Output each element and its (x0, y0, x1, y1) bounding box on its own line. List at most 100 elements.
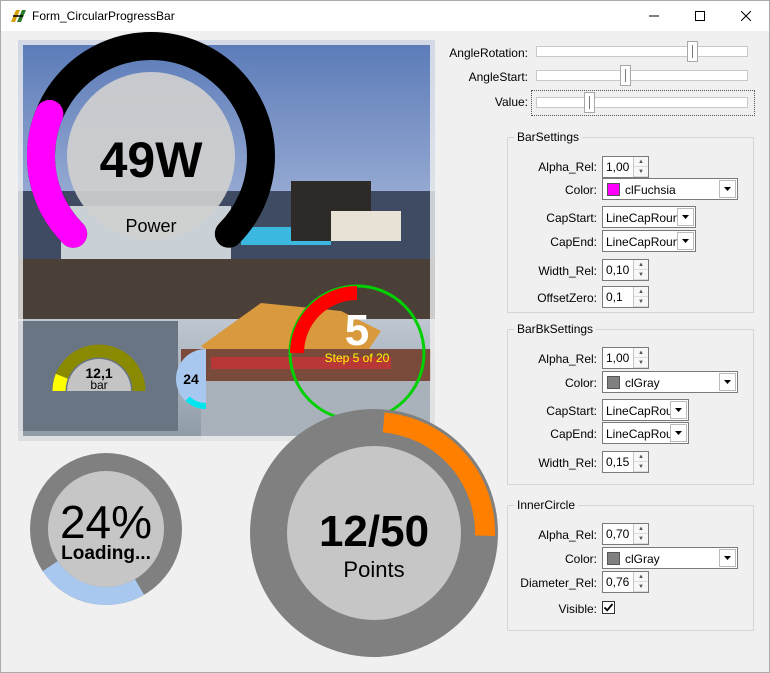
inner-visible-checkbox[interactable] (602, 601, 615, 614)
power-caption: Power (125, 216, 176, 236)
bar-alpha-value: 1,00 (606, 160, 630, 174)
maximize-icon (695, 11, 705, 21)
barbk-alpha-label: Alpha_Rel: (538, 352, 597, 366)
bar-capstart-dropdown-icon[interactable] (677, 208, 694, 226)
inner-color-label: Color: (564, 552, 597, 566)
barbk-alpha-spin[interactable]: 1,00 ▲ ▼ (602, 347, 649, 369)
barbk-width-label: Width_Rel: (538, 456, 597, 470)
angle-start-slider[interactable] (536, 65, 748, 87)
maximize-button[interactable] (677, 1, 723, 31)
bar-capstart-value: LineCapRound (606, 211, 680, 225)
spin-up-icon[interactable]: ▲ (634, 572, 648, 582)
angle-start-label: AngleStart: (468, 70, 528, 84)
spin-up-icon[interactable]: ▲ (634, 157, 648, 167)
bar-color-dropdown-icon[interactable] (719, 180, 736, 198)
title-bar: Form_CircularProgressBar (1, 1, 769, 31)
angle-rotation-thumb[interactable] (687, 41, 698, 62)
bar-capend-value: LineCapRound (606, 235, 680, 249)
bar-settings-title: BarSettings (514, 130, 583, 144)
inner-color-dropdown-icon[interactable] (719, 549, 736, 567)
barbk-capstart-combo[interactable]: LineCapRoun (602, 399, 689, 421)
bar-width-arrows[interactable]: ▲ ▼ (633, 260, 648, 280)
barbk-color-swatch (607, 376, 620, 389)
barbk-capend-combo[interactable]: LineCapRoun (602, 422, 689, 444)
pressure-gauge-bar (52, 373, 68, 392)
spin-down-icon[interactable]: ▼ (634, 270, 648, 280)
angle-rotation-slider[interactable] (536, 41, 748, 63)
spin-down-icon[interactable]: ▼ (634, 358, 648, 368)
power-value: 49W (100, 132, 204, 188)
bar-capstart-combo[interactable]: LineCapRound (602, 206, 696, 228)
loading-value: 24% (60, 496, 152, 548)
spin-down-icon[interactable]: ▼ (634, 462, 648, 472)
checkmark-icon (603, 603, 614, 612)
close-icon (741, 11, 751, 21)
barbk-capend-dropdown-icon[interactable] (670, 424, 687, 442)
barbk-capstart-dropdown-icon[interactable] (670, 401, 687, 419)
bar-color-label: Color: (564, 183, 597, 197)
bar-color-swatch (607, 183, 620, 196)
value-thumb[interactable] (584, 92, 595, 113)
loading-gauge: 24% Loading... (30, 453, 182, 605)
inner-circle-title: InnerCircle (514, 498, 579, 512)
close-button[interactable] (723, 1, 769, 31)
spin-down-icon[interactable]: ▼ (634, 167, 648, 177)
barbk-color-dropdown-icon[interactable] (719, 373, 736, 391)
bar-alpha-label: Alpha_Rel: (538, 160, 597, 174)
inner-alpha-value: 0,70 (606, 527, 630, 541)
bar-offset-value: 0,1 (606, 290, 623, 304)
spin-up-icon[interactable]: ▲ (634, 287, 648, 297)
main-window: Form_CircularProgressBar 49W Power 5 Ste… (0, 0, 770, 673)
inner-color-combo[interactable]: clGray (602, 547, 738, 569)
inner-diameter-arrows[interactable]: ▲ ▼ (633, 572, 648, 592)
barbk-capstart-value: LineCapRoun (606, 404, 673, 418)
spin-down-icon[interactable]: ▼ (634, 297, 648, 307)
spin-down-icon[interactable]: ▼ (634, 582, 648, 592)
inner-diameter-spin[interactable]: 0,76 ▲ ▼ (602, 571, 649, 593)
inner-visible-label: Visible: (558, 602, 597, 616)
barbk-capend-value: LineCapRoun (606, 427, 673, 441)
spin-up-icon[interactable]: ▲ (634, 260, 648, 270)
app-icon (11, 10, 26, 22)
barbk-width-arrows[interactable]: ▲ ▼ (633, 452, 648, 472)
barbk-alpha-value: 1,00 (606, 351, 630, 365)
bar-offset-label: OffsetZero: (537, 291, 597, 305)
barbk-width-spin[interactable]: 0,15 ▲ ▼ (602, 451, 649, 473)
bar-capend-dropdown-icon[interactable] (677, 232, 694, 250)
bar-capend-combo[interactable]: LineCapRound (602, 230, 696, 252)
angle-rotation-label: AngleRotation: (449, 46, 528, 60)
inner-color-swatch (607, 552, 620, 565)
minimize-button[interactable] (631, 1, 677, 31)
gauge-canvas: 49W Power 5 Step 5 of 20 12,1 bar 24 24%… (1, 31, 501, 673)
spin-up-icon[interactable]: ▲ (634, 348, 648, 358)
loading-caption: Loading... (61, 543, 151, 564)
points-caption: Points (343, 557, 404, 582)
bar-offset-spin[interactable]: 0,1 ▲ ▼ (602, 286, 649, 308)
value-label: Value: (494, 95, 528, 109)
points-value: 12/50 (319, 507, 429, 556)
barbk-alpha-arrows[interactable]: ▲ ▼ (633, 348, 648, 368)
bar-color-value: clFuchsia (625, 183, 676, 197)
inner-alpha-spin[interactable]: 0,70 ▲ ▼ (602, 523, 649, 545)
barbk-color-label: Color: (564, 376, 597, 390)
minimize-icon (649, 15, 659, 17)
bar-color-combo[interactable]: clFuchsia (602, 178, 738, 200)
spin-up-icon[interactable]: ▲ (634, 452, 648, 462)
inner-alpha-arrows[interactable]: ▲ ▼ (633, 524, 648, 544)
angle-start-thumb[interactable] (620, 65, 631, 86)
barbk-capstart-label: CapStart: (546, 404, 597, 418)
points-gauge: 12/50 Points (250, 409, 498, 657)
barbk-settings-title: BarBkSettings (514, 322, 597, 336)
bar-offset-arrows[interactable]: ▲ ▼ (633, 287, 648, 307)
inner-color-value: clGray (625, 552, 660, 566)
inner-alpha-label: Alpha_Rel: (538, 528, 597, 542)
value-slider[interactable] (531, 90, 755, 116)
bar-alpha-spin[interactable]: 1,00 ▲ ▼ (602, 156, 649, 178)
spin-up-icon[interactable]: ▲ (634, 524, 648, 534)
bar-capend-label: CapEnd: (550, 235, 597, 249)
spin-down-icon[interactable]: ▼ (634, 534, 648, 544)
bar-width-spin[interactable]: 0,10 ▲ ▼ (602, 259, 649, 281)
pressure-gauge: 12,1 bar (52, 344, 146, 392)
barbk-color-combo[interactable]: clGray (602, 371, 738, 393)
bar-alpha-arrows[interactable]: ▲ ▼ (633, 157, 648, 177)
